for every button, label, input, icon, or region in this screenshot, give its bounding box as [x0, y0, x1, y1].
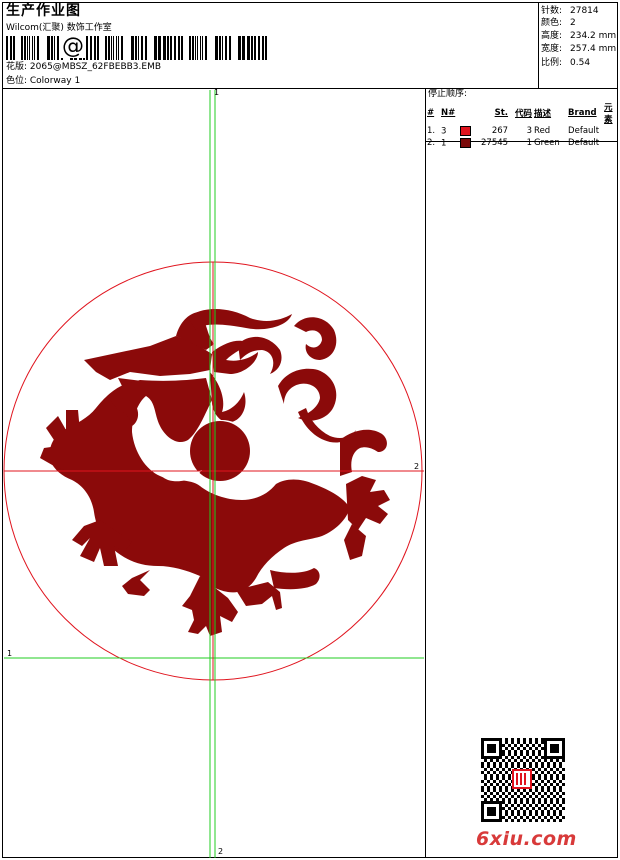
design-canvas	[3, 90, 424, 858]
axis-marker-h-bottom: 1	[7, 649, 13, 658]
seal-stamp-icon	[512, 769, 532, 789]
axis-marker-v-top: 1	[214, 88, 220, 97]
site-watermark: 6xiu.com	[476, 828, 577, 850]
axis-marker-h-top: 2	[414, 462, 420, 471]
axis-marker-v-bottom: 2	[218, 847, 224, 856]
